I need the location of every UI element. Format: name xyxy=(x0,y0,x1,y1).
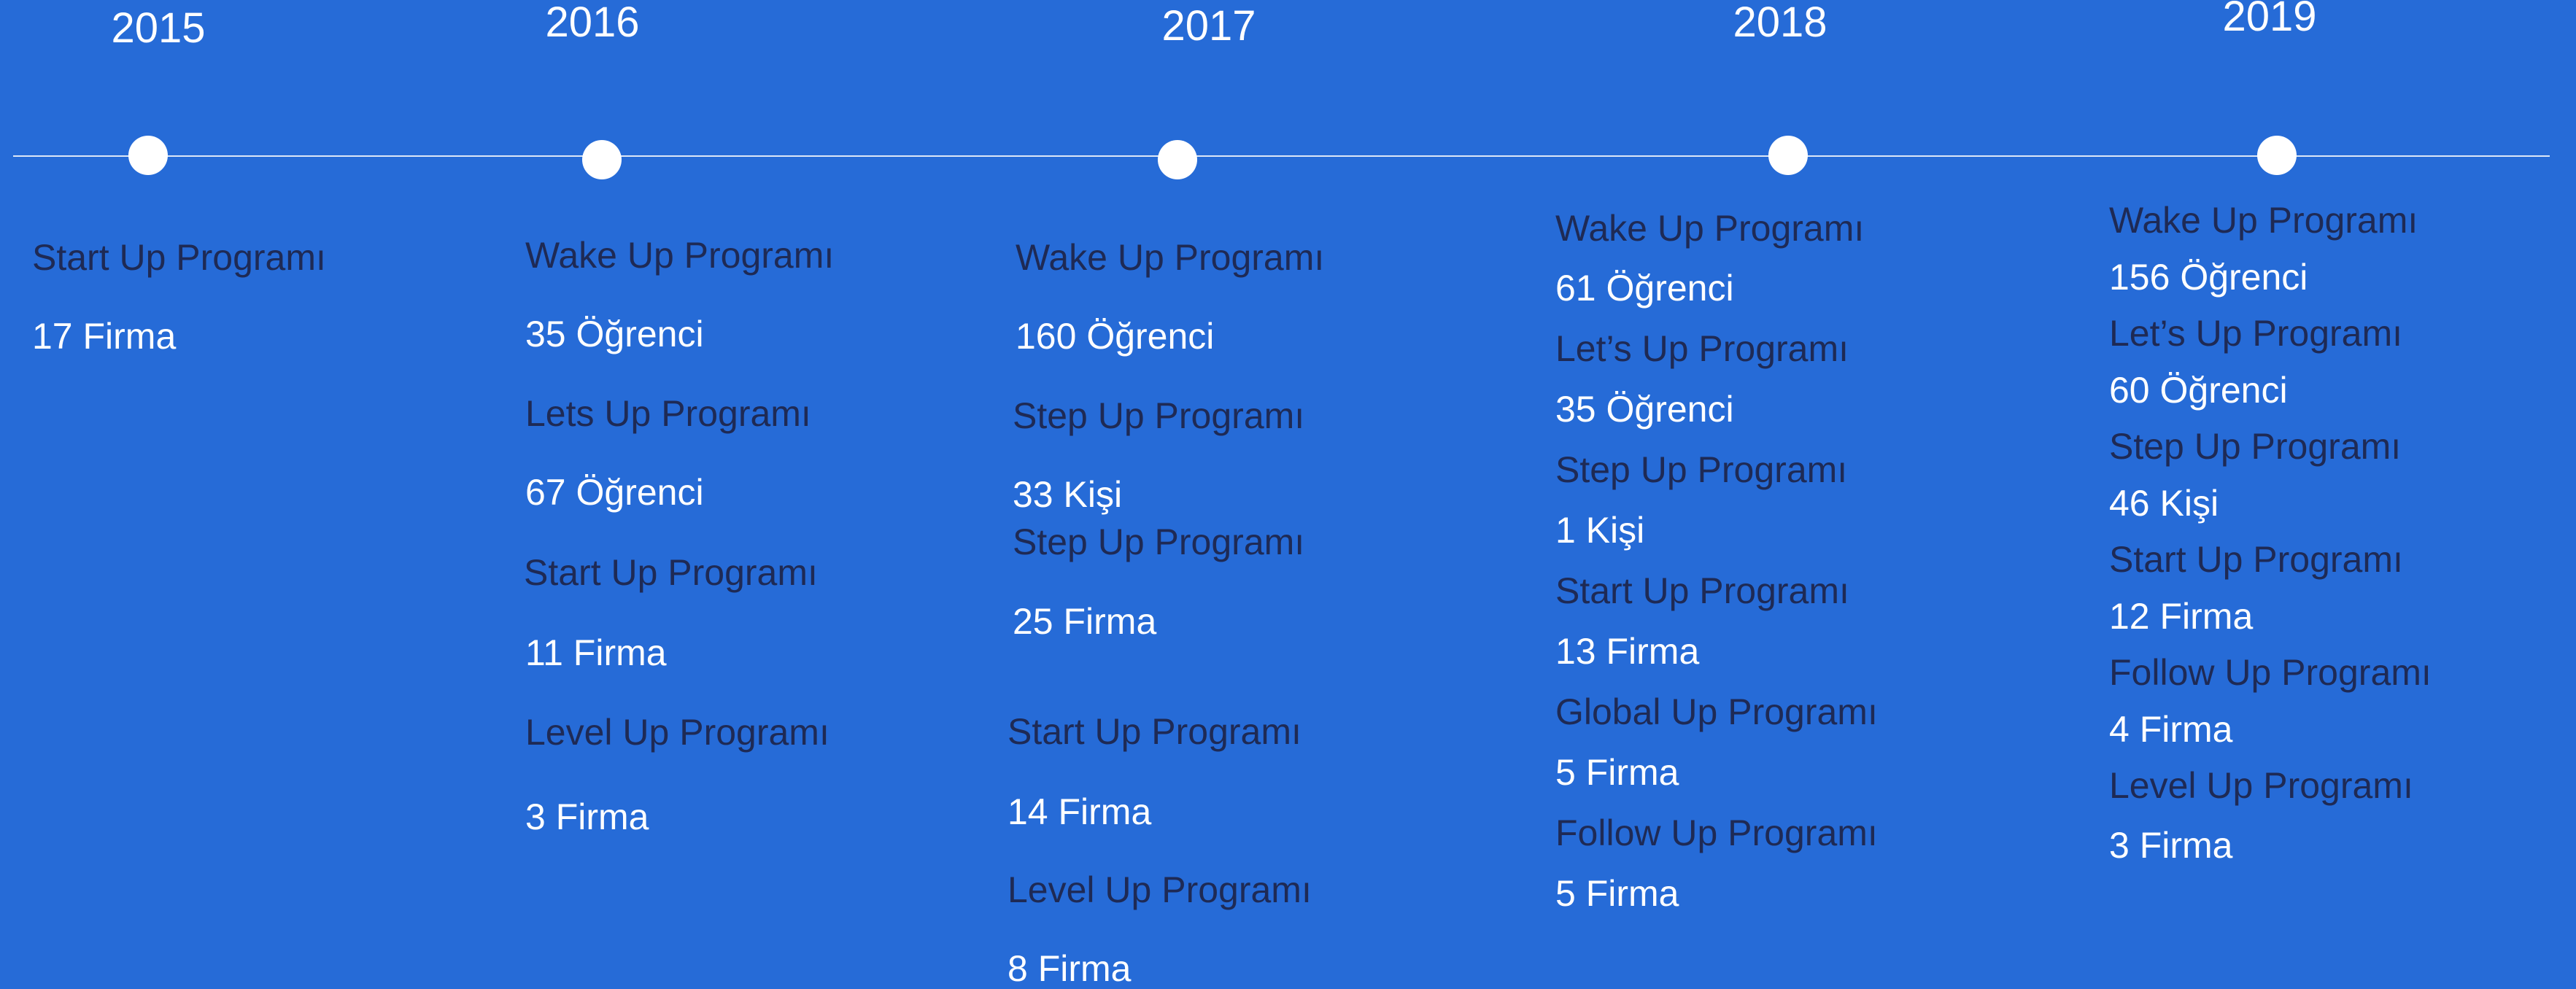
program-label: Step Up Programı xyxy=(2109,426,2402,467)
program-label: Global Up Programı xyxy=(1555,691,1878,732)
timeline-dot-2017 xyxy=(1158,140,1197,179)
program-count: 35 Öğrenci xyxy=(1555,389,1734,430)
program-label: Wake Up Programı xyxy=(1555,208,1865,249)
program-count: 35 Öğrenci xyxy=(525,314,704,354)
program-count: 5 Firma xyxy=(1555,873,1679,914)
program-label: Start Up Programı xyxy=(1007,711,1301,752)
program-count: 1 Kişi xyxy=(1555,510,1645,551)
year-label-2019: 2019 xyxy=(2222,0,2317,40)
timeline-dot-2015 xyxy=(128,136,168,175)
program-count: 3 Firma xyxy=(525,796,649,837)
program-count: 25 Firma xyxy=(1013,601,1157,642)
program-count: 13 Firma xyxy=(1555,631,1700,672)
timeline-dot-2018 xyxy=(1768,136,1808,175)
program-label: Let’s Up Programı xyxy=(2109,313,2403,354)
program-count: 5 Firma xyxy=(1555,752,1679,793)
program-count: 4 Firma xyxy=(2109,709,2233,750)
program-count: 156 Öğrenci xyxy=(2109,257,2308,298)
program-count: 17 Firma xyxy=(32,316,177,357)
program-count: 33 Kişi xyxy=(1013,474,1123,515)
program-count: 60 Öğrenci xyxy=(2109,370,2288,411)
program-label: Let’s Up Programı xyxy=(1555,328,1849,369)
program-count: 12 Firma xyxy=(2109,596,2254,637)
program-label: Step Up Programı xyxy=(1013,521,1305,562)
timeline-dot-2016 xyxy=(582,140,622,179)
program-label: Level Up Programı xyxy=(525,712,829,753)
program-label: Start Up Programı xyxy=(32,237,326,278)
year-label-2017: 2017 xyxy=(1161,2,1256,50)
program-label: Step Up Programı xyxy=(1013,395,1305,436)
program-count: 160 Öğrenci xyxy=(1016,316,1215,357)
program-label: Lets Up Programı xyxy=(525,393,811,434)
program-count: 61 Öğrenci xyxy=(1555,268,1734,309)
program-label: Follow Up Programı xyxy=(1555,812,1878,853)
program-count: 67 Öğrenci xyxy=(525,472,704,513)
program-label: Wake Up Programı xyxy=(525,235,835,276)
program-count: 14 Firma xyxy=(1007,791,1152,832)
program-count: 46 Kişi xyxy=(2109,483,2219,524)
program-count: 3 Firma xyxy=(2109,825,2233,866)
year-label-2016: 2016 xyxy=(545,0,640,46)
program-label: Wake Up Programı xyxy=(1016,237,1325,278)
program-label: Step Up Programı xyxy=(1555,449,1848,490)
program-label: Level Up Programı xyxy=(1007,869,1312,910)
timeline-line xyxy=(13,155,2550,157)
program-label: Start Up Programı xyxy=(2109,539,2403,580)
program-label: Start Up Programı xyxy=(524,552,818,593)
program-count: 8 Firma xyxy=(1007,948,1132,989)
program-label: Wake Up Programı xyxy=(2109,200,2418,241)
program-label: Follow Up Programı xyxy=(2109,652,2432,693)
program-label: Level Up Programı xyxy=(2109,765,2413,806)
program-label: Start Up Programı xyxy=(1555,570,1849,611)
program-count: 11 Firma xyxy=(525,632,667,673)
timeline-dot-2019 xyxy=(2257,136,2297,175)
year-label-2015: 2015 xyxy=(111,4,206,52)
year-label-2018: 2018 xyxy=(1733,0,1827,46)
